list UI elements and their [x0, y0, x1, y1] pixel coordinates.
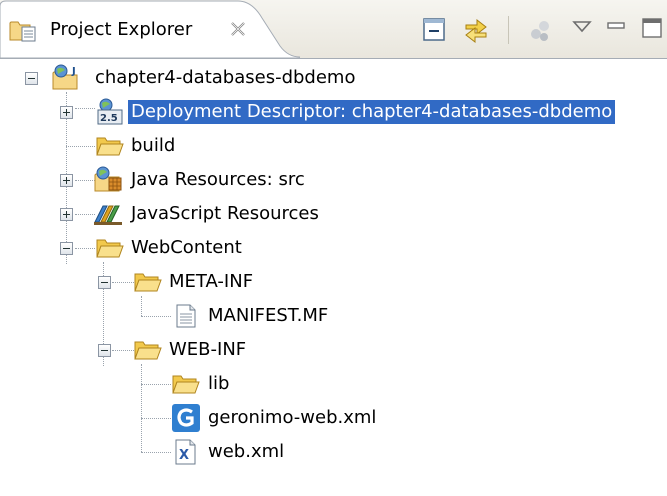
java-resources-icon [94, 166, 122, 192]
folder-open-icon [172, 375, 200, 394]
xml-badge: X [179, 448, 189, 463]
tree-node-label: META-INF [169, 271, 254, 292]
xml-file-icon: X [175, 439, 196, 465]
tree-node-label: build [131, 135, 176, 156]
tree-node-label: chapter4-databases-dbdemo [95, 67, 356, 88]
expand-toggle[interactable] [60, 208, 73, 221]
folder-open-icon [134, 341, 162, 360]
tree-node-web-xml[interactable]: X web.xml [0, 436, 667, 468]
folder-open-icon [134, 273, 162, 292]
toolbar-separator [508, 16, 509, 44]
minimize-icon[interactable] [600, 12, 632, 44]
collapse-all-icon[interactable] [418, 14, 450, 46]
collapse-toggle[interactable] [98, 344, 111, 357]
tree-node-deployment-descriptor[interactable]: 2.5 Deployment Descriptor: chapter4-data… [0, 96, 667, 128]
expand-toggle[interactable] [60, 174, 73, 187]
tab-title: Project Explorer [50, 19, 193, 40]
view-header: Project Explorer [0, 0, 667, 59]
tab-project-explorer[interactable]: Project Explorer [0, 0, 300, 58]
project-explorer-icon [9, 21, 36, 42]
web-project-icon: J [52, 64, 78, 90]
folder-open-icon [96, 137, 124, 156]
close-icon[interactable] [228, 19, 248, 39]
expand-toggle[interactable] [60, 106, 73, 119]
tree-node-lib[interactable]: lib [0, 368, 667, 400]
tree-node-webcontent[interactable]: WebContent [0, 232, 667, 264]
collapse-toggle[interactable] [25, 72, 38, 85]
tree-node-web-inf[interactable]: WEB-INF [0, 334, 667, 366]
tree-node-build[interactable]: build [0, 130, 667, 162]
filter-icon[interactable] [524, 14, 556, 46]
project-tree: J chapter4-databases-dbdemo 2.5 Deployme… [0, 58, 667, 496]
collapse-toggle[interactable] [98, 276, 111, 289]
link-with-editor-icon[interactable] [460, 14, 492, 46]
tree-node-label: Java Resources: src [131, 169, 305, 190]
tree-node-manifest[interactable]: MANIFEST.MF [0, 300, 667, 332]
tree-node-label: WEB-INF [169, 339, 247, 360]
tree-node-label: Deployment Descriptor: chapter4-database… [128, 100, 616, 124]
svg-text:J: J [71, 66, 76, 77]
text-file-icon [176, 304, 196, 328]
tree-node-label: WebContent [131, 237, 242, 258]
tree-node-label: geronimo-web.xml [208, 407, 377, 428]
view-menu-icon[interactable] [566, 12, 598, 44]
folder-open-icon [96, 239, 124, 258]
tree-node-label: MANIFEST.MF [208, 305, 329, 326]
tree-node-label: JavaScript Resources [131, 203, 319, 224]
tree-node-java-resources[interactable]: Java Resources: src [0, 164, 667, 196]
tree-node-meta-inf[interactable]: META-INF [0, 266, 667, 298]
tree-node-label: lib [208, 373, 230, 394]
tree-node-geronimo-web-xml[interactable]: geronimo-web.xml [0, 402, 667, 434]
collapse-toggle[interactable] [60, 242, 73, 255]
geronimo-file-icon [172, 404, 200, 432]
tree-node-javascript-resources[interactable]: JavaScript Resources [0, 198, 667, 230]
deployment-descriptor-icon: 2.5 [97, 98, 123, 125]
tree-node-project[interactable]: J chapter4-databases-dbdemo [0, 62, 667, 94]
maximize-icon[interactable] [636, 12, 667, 44]
javascript-resources-icon [94, 205, 122, 225]
version-badge: 2.5 [100, 113, 118, 124]
tree-node-label: web.xml [208, 441, 285, 462]
